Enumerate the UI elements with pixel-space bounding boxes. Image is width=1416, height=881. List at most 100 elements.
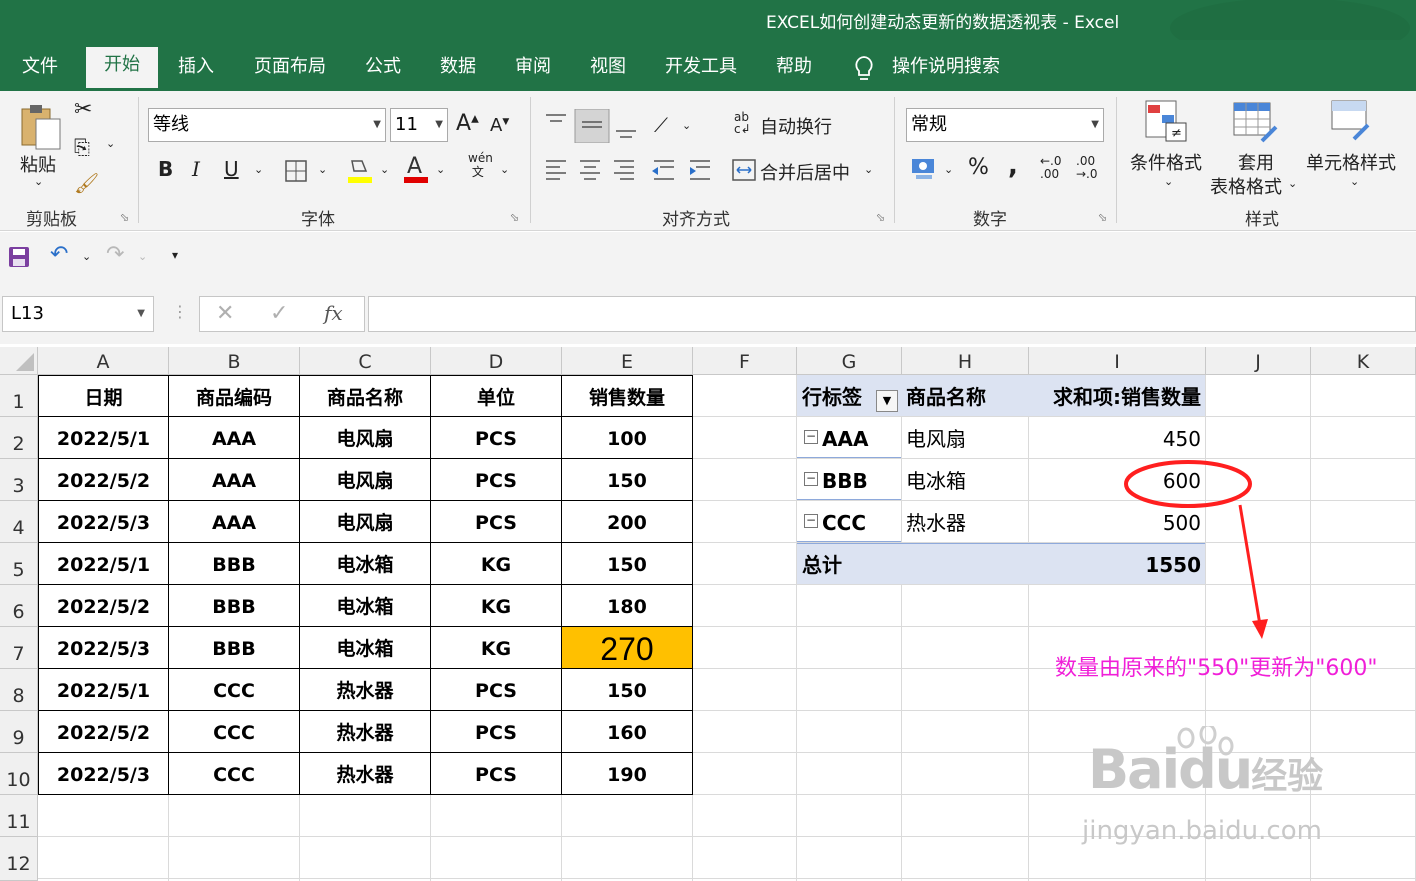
increase-font-icon[interactable]: A▲ [456,111,479,136]
decrease-font-icon[interactable]: A▼ [490,115,509,136]
conditional-format-icon[interactable]: ≠ [1144,99,1190,145]
table-cell[interactable]: 190 [562,753,693,795]
font-launcher-icon[interactable]: ⬂ [510,211,519,224]
name-box[interactable]: L13 ▼ [2,296,154,332]
column-header[interactable]: K [1311,347,1416,375]
font-size-combo[interactable]: 11 ▼ [390,108,448,142]
column-header[interactable]: I [1029,347,1206,375]
row-header[interactable]: 8 [0,669,38,711]
table-header-cell[interactable]: 单位 [431,375,562,417]
merge-dropdown-icon[interactable]: ⌄ [864,163,873,176]
horizontal-align-icons[interactable] [544,157,714,183]
table-cell[interactable]: 2022/5/2 [38,459,169,501]
tell-me-search[interactable]: 操作说明搜索 [886,49,1006,91]
table-cell[interactable]: CCC [169,753,300,795]
table-cell[interactable]: AAA [169,417,300,459]
undo-dropdown-icon[interactable]: ⌄ [82,250,91,263]
redo-dropdown-icon[interactable]: ⌄ [138,250,147,263]
orientation-icon[interactable]: ⟋ [654,113,668,137]
row-header[interactable]: 4 [0,501,38,543]
format-as-table-icon[interactable] [1232,101,1280,145]
underline-button[interactable]: U [224,157,239,181]
borders-icon[interactable] [284,159,308,183]
phonetic-icon[interactable]: wén 文 [468,151,493,179]
tab-developer[interactable]: 开发工具 [659,49,743,91]
row-header[interactable]: 3 [0,459,38,501]
paste-dropdown-icon[interactable]: ⌄ [34,175,43,188]
column-header[interactable]: J [1206,347,1311,375]
table-cell[interactable]: PCS [431,711,562,753]
row-header[interactable]: 11 [0,795,38,837]
increase-decimal-icon[interactable]: ←.0.00 [1040,155,1062,181]
row-header[interactable]: 10 [0,753,38,795]
clipboard-launcher-icon[interactable]: ⬂ [120,211,129,224]
table-cell[interactable]: 热水器 [300,753,431,795]
number-format-combo[interactable]: 常规 ▼ [906,108,1104,142]
tab-formulas[interactable]: 公式 [359,49,407,91]
table-cell[interactable]: 150 [562,543,693,585]
accounting-dropdown-icon[interactable]: ⌄ [944,163,953,176]
column-header[interactable]: C [300,347,431,375]
table-cell[interactable]: 2022/5/3 [38,753,169,795]
tab-review[interactable]: 审阅 [509,49,557,91]
comma-button[interactable]: , [1008,151,1018,181]
percent-button[interactable]: % [968,155,989,180]
fill-dropdown-icon[interactable]: ⌄ [380,163,389,176]
pivot-row-label-header[interactable]: 行标签 [802,375,882,417]
table-cell[interactable]: 热水器 [300,669,431,711]
table-cell[interactable]: 电风扇 [300,459,431,501]
tab-view[interactable]: 视图 [584,49,632,91]
cond-format-dropdown-icon[interactable]: ⌄ [1164,175,1173,188]
table-cell[interactable]: 2022/5/1 [38,669,169,711]
pivot-product-name[interactable]: 电冰箱 [906,459,1026,501]
font-name-combo[interactable]: 等线 ▼ [148,108,386,142]
phonetic-dropdown-icon[interactable]: ⌄ [500,163,509,176]
fill-color-icon[interactable] [346,155,374,185]
format-as-table-label-2[interactable]: 表格格式 [1210,173,1282,199]
tab-file[interactable]: 文件 [16,49,64,91]
column-header[interactable]: E [562,347,693,375]
save-icon[interactable] [8,246,30,268]
pivot-row-label[interactable]: CCC [822,501,902,543]
table-cell[interactable]: 2022/5/2 [38,585,169,627]
font-color-dropdown-icon[interactable]: ⌄ [436,163,445,176]
pivot-value[interactable]: 450 [1030,417,1201,459]
collapse-icon[interactable]: − [804,514,818,528]
table-cell[interactable]: 160 [562,711,693,753]
column-header[interactable]: D [431,347,562,375]
tab-help[interactable]: 帮助 [770,49,818,91]
tab-data[interactable]: 数据 [434,49,482,91]
tab-page-layout[interactable]: 页面布局 [248,49,332,91]
paste-icon[interactable] [20,101,64,151]
table-cell[interactable]: 热水器 [300,711,431,753]
table-cell[interactable]: 180 [562,585,693,627]
table-cell[interactable]: 2022/5/3 [38,501,169,543]
alignment-launcher-icon[interactable]: ⬂ [876,211,885,224]
decrease-decimal-icon[interactable]: .00 →.0 [1076,155,1098,181]
table-cell[interactable]: 电冰箱 [300,585,431,627]
collapse-icon[interactable]: − [804,430,818,444]
table-cell[interactable]: PCS [431,669,562,711]
font-color-icon[interactable]: A [402,153,430,185]
merge-center-icon[interactable] [732,159,756,181]
table-cell[interactable]: 100 [562,417,693,459]
insert-function-button[interactable]: fx [324,301,343,325]
table-cell[interactable]: CCC [169,669,300,711]
table-header-cell[interactable]: 日期 [38,375,169,417]
table-cell[interactable]: 2022/5/2 [38,711,169,753]
conditional-format-button[interactable]: 条件格式 [1130,149,1202,175]
format-as-table-button[interactable]: 套用 [1238,149,1274,175]
customize-qat-icon[interactable]: ▾ [172,248,178,262]
row-header[interactable]: 2 [0,417,38,459]
row-header[interactable]: 7 [0,627,38,669]
pivot-column-header[interactable]: 商品名称 [906,375,1026,417]
table-cell[interactable]: 电冰箱 [300,543,431,585]
copy-dropdown-icon[interactable]: ⌄ [106,137,115,150]
enter-icon[interactable]: ✓ [270,301,288,326]
wrap-text-icon[interactable]: ab c↲ [734,111,751,135]
merge-center-button[interactable]: 合并后居中 [760,159,850,185]
table-cell[interactable]: 电风扇 [300,417,431,459]
filter-dropdown-icon[interactable]: ▼ [876,390,898,412]
pivot-total-label[interactable]: 总计 [802,543,892,585]
pivot-product-name[interactable]: 热水器 [906,501,1026,543]
